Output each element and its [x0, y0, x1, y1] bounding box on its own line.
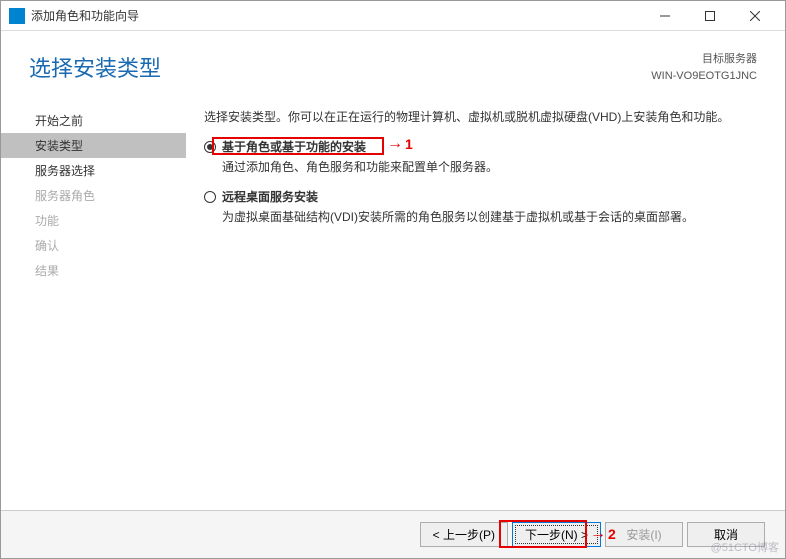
sidebar: 开始之前 安装类型 服务器选择 服务器角色 功能 确认 结果 [1, 100, 186, 510]
sidebar-item-server-selection[interactable]: 服务器选择 [1, 158, 186, 183]
radio-label: 基于角色或基于功能的安装 [222, 138, 366, 156]
window-title: 添加角色和功能向导 [31, 7, 642, 24]
server-name: WIN-VO9EOTG1JNC [651, 68, 757, 85]
window-controls [642, 2, 777, 30]
sidebar-item-server-roles: 服务器角色 [1, 183, 186, 208]
server-info: 目标服务器 WIN-VO9EOTG1JNC [651, 51, 757, 84]
page-title: 选择安装类型 [29, 51, 161, 83]
server-label: 目标服务器 [651, 51, 757, 68]
wizard-content: 选择安装类型 目标服务器 WIN-VO9EOTG1JNC 开始之前 安装类型 服… [1, 31, 785, 558]
wizard-icon [9, 8, 25, 24]
radio-label: 远程桌面服务安装 [222, 188, 318, 206]
radio-button-icon [204, 141, 216, 153]
prev-button[interactable]: < 上一步(P) [420, 522, 508, 547]
description-text: 选择安装类型。你可以在正在运行的物理计算机、虚拟机或脱机虚拟硬盘(VHD)上安装… [204, 108, 757, 126]
radio-description: 为虚拟桌面基础结构(VDI)安装所需的角色服务以创建基于虚拟机或基于会话的桌面部… [222, 208, 757, 226]
cancel-button[interactable]: 取消 [687, 522, 765, 547]
body-row: 开始之前 安装类型 服务器选择 服务器角色 功能 确认 结果 选择安装类型。你可… [1, 90, 785, 510]
radio-role-based[interactable]: 基于角色或基于功能的安装 通过添加角色、角色服务和功能来配置单个服务器。 [204, 138, 757, 176]
sidebar-item-features: 功能 [1, 208, 186, 233]
sidebar-item-before-begin[interactable]: 开始之前 [1, 108, 186, 133]
header-row: 选择安装类型 目标服务器 WIN-VO9EOTG1JNC [1, 31, 785, 90]
next-button[interactable]: 下一步(N) > [512, 522, 601, 547]
title-bar: 添加角色和功能向导 [1, 1, 785, 31]
close-button[interactable] [732, 2, 777, 30]
main-panel: 选择安装类型。你可以在正在运行的物理计算机、虚拟机或脱机虚拟硬盘(VHD)上安装… [186, 100, 785, 510]
radio-description: 通过添加角色、角色服务和功能来配置单个服务器。 [222, 158, 757, 176]
footer: < 上一步(P) 下一步(N) > 安装(I) 取消 [1, 510, 785, 558]
sidebar-item-install-type[interactable]: 安装类型 [1, 133, 186, 158]
maximize-button[interactable] [687, 2, 732, 30]
install-button: 安装(I) [605, 522, 683, 547]
radio-remote-desktop[interactable]: 远程桌面服务安装 为虚拟桌面基础结构(VDI)安装所需的角色服务以创建基于虚拟机… [204, 188, 757, 226]
sidebar-item-results: 结果 [1, 258, 186, 283]
sidebar-item-confirmation: 确认 [1, 233, 186, 258]
minimize-button[interactable] [642, 2, 687, 30]
radio-button-icon [204, 191, 216, 203]
install-type-radio-group: 基于角色或基于功能的安装 通过添加角色、角色服务和功能来配置单个服务器。 远程桌… [204, 138, 757, 226]
